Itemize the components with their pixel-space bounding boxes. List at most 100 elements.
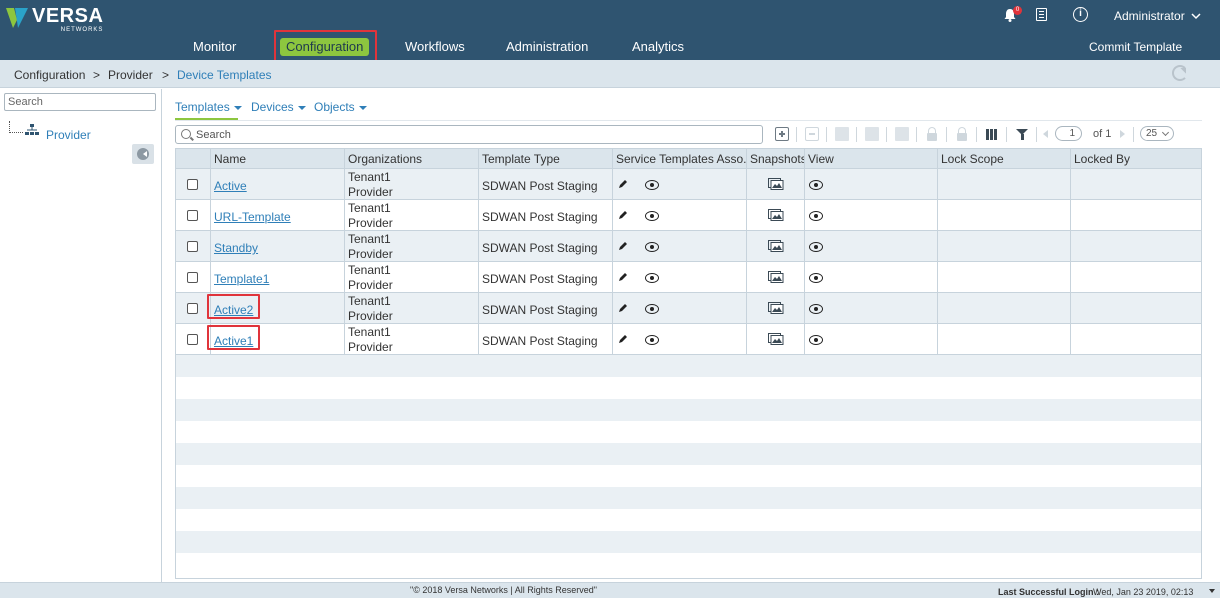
- page-size-select[interactable]: 25: [1140, 126, 1174, 141]
- nav-workflows[interactable]: Workflows: [405, 36, 465, 58]
- table-row[interactable]: Standby Tenant1 Provider SDWAN Post Staging: [176, 231, 1201, 262]
- nav-administration[interactable]: Administration: [506, 36, 588, 58]
- organization-tenant: Tenant1: [348, 232, 391, 246]
- edit-icon[interactable]: [618, 272, 628, 282]
- table-row[interactable]: Active Tenant1 Provider SDWAN Post Staging: [176, 169, 1201, 200]
- edit-icon[interactable]: [618, 303, 628, 313]
- tree-search-input[interactable]: [4, 93, 156, 111]
- tab-templates[interactable]: Templates: [175, 100, 242, 114]
- column-locked-by[interactable]: Locked By: [1070, 149, 1201, 169]
- row-checkbox[interactable]: [187, 272, 198, 283]
- tree-item-provider[interactable]: Provider: [46, 128, 91, 142]
- columns-icon[interactable]: [985, 127, 999, 141]
- table-row[interactable]: URL-Template Tenant1 Provider SDWAN Post St…: [176, 200, 1201, 231]
- template-name-link[interactable]: Template1: [214, 272, 269, 286]
- view-icon[interactable]: [809, 273, 823, 283]
- table-cell: [176, 293, 210, 324]
- name-highlight-box: [207, 325, 260, 350]
- table-cell: [176, 169, 210, 200]
- tab-objects[interactable]: Objects: [314, 100, 367, 114]
- column-service-templates[interactable]: Service Templates Asso...: [612, 149, 746, 169]
- view-icon[interactable]: [809, 180, 823, 190]
- edit-icon[interactable]: [618, 210, 628, 220]
- table-cell: Tenant1 Provider: [344, 262, 478, 293]
- table-cell: [937, 262, 1070, 293]
- versa-logo[interactable]: VERSA NETWORKS: [6, 6, 103, 36]
- view-icon[interactable]: [645, 273, 659, 283]
- add-icon[interactable]: [775, 127, 789, 141]
- template-name-link[interactable]: Standby: [214, 241, 258, 255]
- table-cell: [937, 169, 1070, 200]
- organization-provider: Provider: [348, 216, 393, 230]
- grid-search-input[interactable]: [196, 127, 756, 142]
- edit-icon[interactable]: [618, 179, 628, 189]
- snapshots-icon[interactable]: [768, 209, 784, 221]
- snapshots-icon[interactable]: [768, 178, 784, 190]
- view-icon[interactable]: [645, 242, 659, 252]
- info-icon[interactable]: i: [1073, 7, 1088, 22]
- row-checkbox[interactable]: [187, 334, 198, 345]
- snapshots-icon[interactable]: [768, 302, 784, 314]
- edit-icon[interactable]: [618, 241, 628, 251]
- empty-row: [176, 509, 1201, 531]
- org-tree-icon: [25, 124, 39, 135]
- column-template-type[interactable]: Template Type: [478, 149, 612, 169]
- user-menu[interactable]: Administrator: [1114, 9, 1201, 23]
- breadcrumb-configuration[interactable]: Configuration: [14, 68, 85, 82]
- view-icon[interactable]: [645, 335, 659, 345]
- table-cell: [176, 324, 210, 355]
- row-checkbox[interactable]: [187, 179, 198, 190]
- table-cell: SDWAN Post Staging: [478, 324, 612, 355]
- clone-icon[interactable]: [835, 127, 849, 141]
- table-cell: [612, 200, 746, 231]
- empty-row: [176, 531, 1201, 553]
- table-cell: SDWAN Post Staging: [478, 262, 612, 293]
- collapse-pane-icon[interactable]: [132, 144, 154, 164]
- table-row[interactable]: Active2 Tenant1 Provider SDWAN Post Staging: [176, 293, 1201, 324]
- column-snapshots[interactable]: Snapshots: [746, 149, 804, 169]
- column-organizations[interactable]: Organizations: [344, 149, 478, 169]
- next-page-icon[interactable]: [1120, 130, 1125, 138]
- view-icon[interactable]: [809, 242, 823, 252]
- table-row[interactable]: Active1 Tenant1 Provider SDWAN Post Staging: [176, 324, 1201, 355]
- column-name[interactable]: Name: [210, 149, 344, 169]
- column-lock-scope[interactable]: Lock Scope: [937, 149, 1070, 169]
- nav-analytics[interactable]: Analytics: [632, 36, 684, 58]
- delete-icon[interactable]: [805, 127, 819, 141]
- scroll-down-icon[interactable]: [1209, 589, 1215, 593]
- tab-devices[interactable]: Devices: [251, 100, 306, 114]
- template-name-link[interactable]: Active: [214, 179, 247, 193]
- filter-icon[interactable]: [1015, 127, 1029, 141]
- snapshots-icon[interactable]: [768, 333, 784, 345]
- template-type: SDWAN Post Staging: [482, 303, 598, 317]
- template-name-link[interactable]: URL-Template: [214, 210, 291, 224]
- view-icon[interactable]: [645, 304, 659, 314]
- row-checkbox[interactable]: [187, 303, 198, 314]
- row-checkbox[interactable]: [187, 241, 198, 252]
- commit-template-button[interactable]: Commit Template: [1089, 40, 1182, 54]
- column-view[interactable]: View: [804, 149, 937, 169]
- refresh-icon[interactable]: [1172, 65, 1188, 81]
- table-row[interactable]: Template1 Tenant1 Provider SDWAN Post Stagi…: [176, 262, 1201, 293]
- page-number-input[interactable]: [1055, 126, 1082, 141]
- view-icon[interactable]: [809, 211, 823, 221]
- lock-icon[interactable]: [925, 127, 939, 141]
- table-cell: [612, 324, 746, 355]
- unlock-icon[interactable]: [955, 127, 969, 141]
- previous-page-icon[interactable]: [1043, 130, 1048, 138]
- organization-provider: Provider: [348, 247, 393, 261]
- view-icon[interactable]: [645, 180, 659, 190]
- breadcrumb-provider[interactable]: Provider: [108, 68, 153, 82]
- export-icon[interactable]: [895, 127, 909, 141]
- tasks-icon[interactable]: [1036, 8, 1047, 21]
- view-icon[interactable]: [809, 335, 823, 345]
- row-checkbox[interactable]: [187, 210, 198, 221]
- view-icon[interactable]: [645, 211, 659, 221]
- snapshots-icon[interactable]: [768, 271, 784, 283]
- breadcrumb-device-templates[interactable]: Device Templates: [177, 68, 272, 82]
- nav-monitor[interactable]: Monitor: [193, 36, 236, 58]
- edit-icon[interactable]: [618, 334, 628, 344]
- snapshots-icon[interactable]: [768, 240, 784, 252]
- view-icon[interactable]: [809, 304, 823, 314]
- import-icon[interactable]: [865, 127, 879, 141]
